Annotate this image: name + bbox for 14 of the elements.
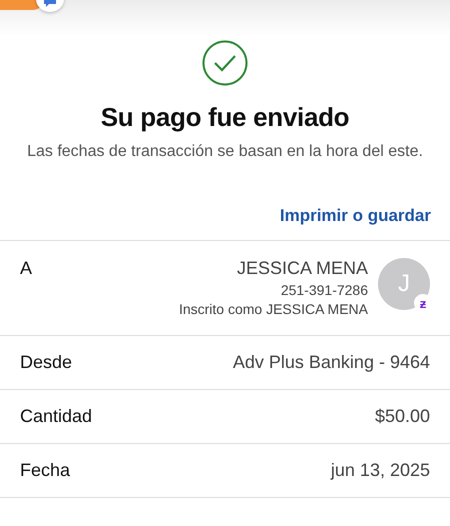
timezone-note: Las fechas de transacción se basan en la hora del este. xyxy=(26,142,424,162)
enrolled-name: Inscrito como JESSICA MENA xyxy=(178,301,368,317)
detail-value: Adv Plus Banking - 9464 xyxy=(232,352,430,373)
checkmark-icon xyxy=(202,40,248,86)
detail-label: Desde xyxy=(20,352,72,373)
detail-value: $50.00 xyxy=(374,406,430,427)
recipient-label: A xyxy=(20,258,32,279)
detail-label: Cantidad xyxy=(20,406,92,427)
print-save-link[interactable]: Imprimir o guardar xyxy=(280,206,431,226)
detail-value: jun 13, 2025 xyxy=(330,460,430,481)
page-title: Su pago fue enviado xyxy=(100,102,350,133)
detail-label: Fecha xyxy=(20,460,70,481)
recipient-phone: 251-391-7286 xyxy=(280,282,368,298)
recipient-name: JESSICA MENA xyxy=(236,258,368,279)
